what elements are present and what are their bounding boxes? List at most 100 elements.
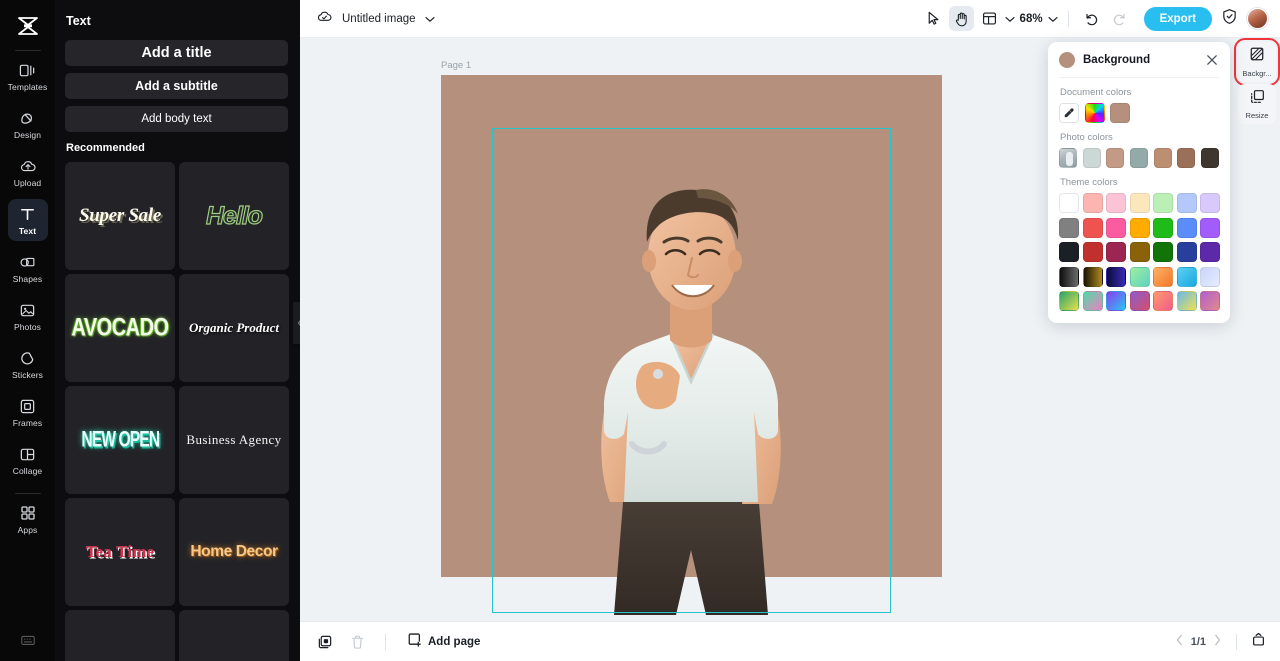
photo-color-swatch[interactable] [1153,148,1172,168]
zoom-level[interactable]: 68% [1018,13,1045,25]
theme-gradient-swatch[interactable] [1082,291,1103,311]
add-a-subtitle-button[interactable]: Add a subtitle [65,73,288,99]
theme-color-swatch[interactable] [1059,193,1079,213]
eyedropper-icon[interactable] [1059,103,1079,123]
text-preset-business-agency[interactable]: Business Agency [179,386,289,494]
right-rail-item-background[interactable]: Backgr... [1234,38,1280,86]
theme-gradient-swatch[interactable] [1129,266,1150,287]
trash-icon[interactable] [346,631,368,653]
theme-color-swatch[interactable] [1106,242,1126,262]
text-preset-organic-product[interactable]: Organic Product [179,274,289,382]
photo-color-swatch[interactable] [1106,148,1125,168]
close-icon[interactable] [1205,53,1219,67]
theme-color-swatch[interactable] [1129,217,1150,238]
theme-color-swatch[interactable] [1106,217,1126,238]
theme-gradient-swatch[interactable] [1200,266,1220,287]
expand-panel-icon[interactable] [1251,632,1266,652]
shield-check-icon[interactable] [1221,8,1238,30]
duplicate-page-icon[interactable] [314,631,336,653]
sidebar-item-frames[interactable]: Frames [8,391,48,433]
add-page-button[interactable]: Add page [407,632,480,652]
theme-gradient-swatch[interactable] [1129,291,1150,311]
sidebar-item-stickers[interactable]: Stickers [8,343,48,385]
zoom-chevron-down-icon[interactable] [1047,10,1058,28]
photo-color-swatch[interactable] [1177,148,1196,168]
photo-color-swatch[interactable] [1200,148,1219,168]
add-a-title-button[interactable]: Add a title [65,40,288,66]
theme-color-swatch[interactable] [1200,193,1220,213]
text-preset-hello[interactable]: Hello [179,162,289,270]
layout-tool-button[interactable] [977,6,1002,31]
theme-color-swatch[interactable] [1153,217,1173,238]
prev-page-icon[interactable] [1175,633,1184,651]
undo-button[interactable] [1079,6,1104,31]
text-preset-super-sale[interactable]: Super Sale [65,162,175,270]
theme-gradient-swatch[interactable] [1176,291,1197,311]
text-preset-row5-right[interactable] [179,610,289,661]
text-preset-home-decor[interactable]: Home Decor [179,498,289,606]
sidebar-item-templates[interactable]: Templates [8,55,48,97]
selection-bounding-box[interactable] [492,128,891,613]
theme-gradient-swatch[interactable] [1106,266,1126,287]
theme-color-swatch[interactable] [1176,217,1197,238]
theme-color-swatch[interactable] [1082,217,1103,238]
theme-color-swatch[interactable] [1200,217,1220,238]
preset-label: Organic Product [189,320,279,335]
sidebar-item-apps[interactable]: Apps [8,498,48,540]
theme-gradient-swatch[interactable] [1153,266,1173,287]
background-panel: Background Document colors Photo colors [1048,42,1230,323]
sidebar-item-photos[interactable]: Photos [8,295,48,337]
layout-chevron-down-icon[interactable] [1004,10,1015,28]
text-preset-new-open[interactable]: NEW OPEN [65,386,175,494]
text-preset-tea-time[interactable]: Tea Time [65,498,175,606]
theme-color-swatch[interactable] [1153,242,1173,262]
text-preset-row5-left[interactable] [65,610,175,661]
theme-color-swatch[interactable] [1129,193,1150,213]
theme-color-swatch[interactable] [1129,242,1150,262]
document-color-swatch[interactable] [1110,103,1130,123]
theme-color-swatch[interactable] [1176,242,1197,262]
theme-gradient-swatch[interactable] [1082,266,1103,287]
photo-color-swatch[interactable] [1129,148,1149,168]
hand-tool-button[interactable] [948,6,974,31]
right-rail: Backgr... Resize [1234,38,1280,126]
next-page-icon[interactable] [1213,633,1222,651]
theme-gradient-swatch[interactable] [1059,291,1079,311]
cursor-tool-button[interactable] [921,6,946,31]
panel-collapse-handle[interactable] [293,302,300,344]
theme-gradient-swatch[interactable] [1176,266,1197,287]
theme-color-swatch[interactable] [1200,242,1220,262]
add-body-text-button[interactable]: Add body text [65,106,288,132]
theme-gradient-swatch[interactable] [1153,291,1173,311]
photo-thumbnail-swatch[interactable] [1059,148,1078,168]
theme-color-swatch[interactable] [1082,242,1103,262]
keyboard-shortcuts-icon[interactable] [0,633,55,647]
document-title[interactable]: Untitled image [342,13,416,25]
cloud-saved-icon[interactable] [316,9,333,29]
export-button[interactable]: Export [1143,6,1212,31]
theme-color-swatch[interactable] [1153,193,1173,213]
sidebar-item-collage[interactable]: Collage [8,439,48,481]
theme-color-swatch[interactable] [1176,193,1197,213]
right-rail-item-resize[interactable]: Resize [1238,84,1276,124]
theme-gradient-swatch[interactable] [1106,291,1126,311]
theme-gradient-swatch[interactable] [1200,291,1220,311]
text-preset-avocado[interactable]: AVOCADO [65,274,175,382]
photo-color-swatch[interactable] [1082,148,1101,168]
sidebar-item-shapes[interactable]: Shapes [8,247,48,289]
sidebar-item-text[interactable]: Text [7,199,48,241]
sidebar-item-upload[interactable]: Upload [8,151,48,193]
theme-gradient-swatch[interactable] [1059,266,1079,287]
rainbow-wheel-icon[interactable] [1084,103,1105,123]
sidebar-item-design[interactable]: Design [8,103,48,145]
redo-button[interactable] [1107,6,1132,31]
theme-color-swatch[interactable] [1106,193,1126,213]
current-background-swatch[interactable] [1059,52,1075,68]
title-chevron-down-icon[interactable] [424,10,435,28]
avatar[interactable] [1247,8,1268,29]
theme-color-swatch[interactable] [1082,193,1103,213]
canvas-page[interactable] [441,75,942,615]
capcut-logo-icon[interactable] [8,8,48,44]
theme-color-swatch[interactable] [1059,217,1079,238]
theme-color-swatch[interactable] [1059,242,1079,262]
